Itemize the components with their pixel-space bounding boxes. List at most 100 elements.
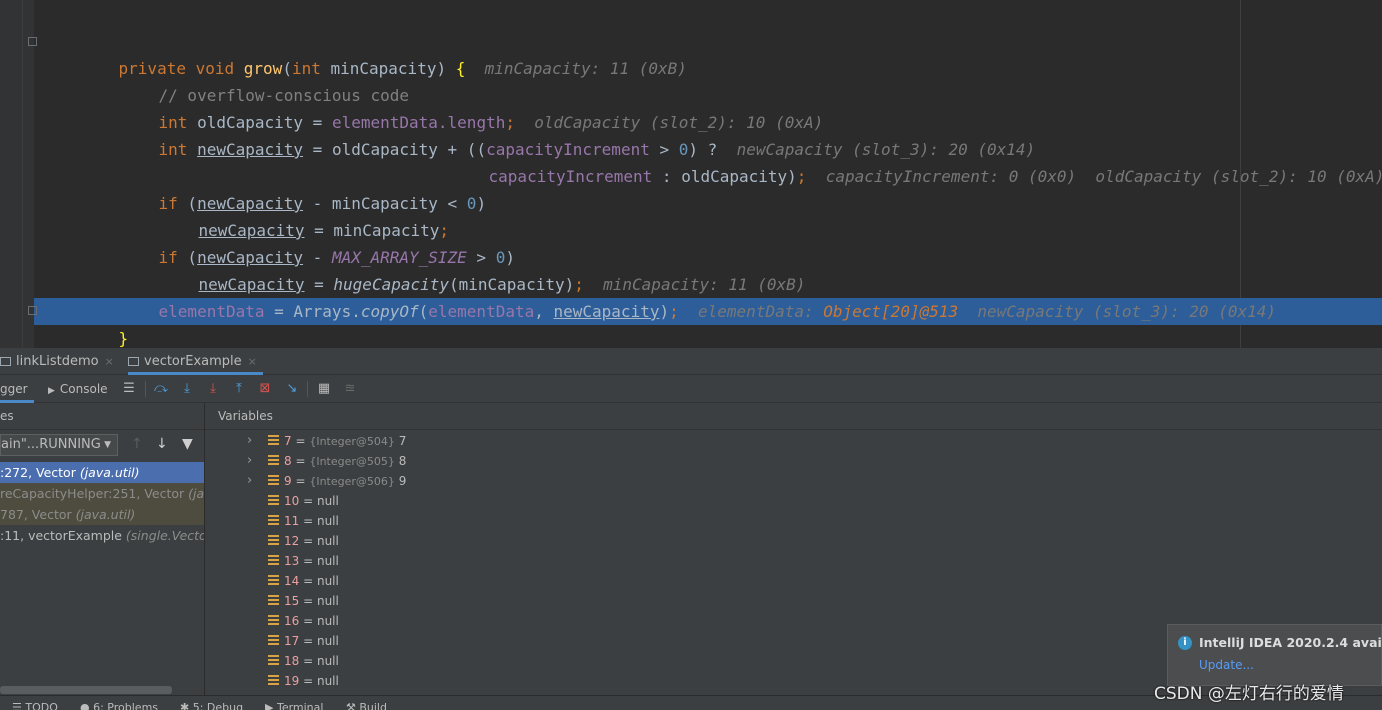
step-into-icon[interactable]: ⤓ bbox=[179, 381, 195, 397]
variable-equals: = bbox=[299, 494, 317, 508]
variable-equals: = bbox=[299, 574, 317, 588]
code-text: = Arrays. bbox=[264, 302, 361, 321]
variable-name: 13 bbox=[284, 554, 300, 568]
array-element-icon bbox=[268, 535, 279, 546]
fold-marker-icon[interactable] bbox=[28, 37, 37, 46]
variable-name: 18 bbox=[284, 654, 300, 668]
arrow-down-icon[interactable]: ↓ bbox=[156, 436, 168, 452]
stack-frame[interactable]: :11, vectorExample (single.VectorDemo) bbox=[0, 525, 204, 546]
variable-type: {Integer@504} bbox=[309, 435, 395, 448]
gutter-divider bbox=[22, 0, 23, 348]
variable-equals: = bbox=[299, 534, 317, 548]
run-config-icon bbox=[0, 357, 11, 366]
code-text: : oldCapacity) bbox=[652, 167, 797, 186]
trace-stream-icon[interactable]: ≊ bbox=[342, 381, 358, 397]
close-icon[interactable]: × bbox=[248, 355, 257, 368]
variable-name: 14 bbox=[284, 574, 300, 588]
variable-equals: = bbox=[299, 554, 317, 568]
debug-session-tabs: linkListdemo × vectorExample × bbox=[0, 348, 1382, 375]
thread-selector[interactable]: ain"...RUNNING ▼ bbox=[0, 434, 118, 456]
variable-value: 7 bbox=[394, 434, 407, 448]
variable-value: null bbox=[316, 534, 339, 548]
editor-gutter[interactable] bbox=[0, 0, 34, 348]
array-element-icon bbox=[268, 495, 279, 506]
update-link[interactable]: Update... bbox=[1199, 658, 1254, 672]
inline-debug-hint-value[interactable]: Object[20]@513 bbox=[823, 302, 958, 321]
variable-equals: = bbox=[299, 634, 317, 648]
variables-header: Variables bbox=[205, 403, 1382, 430]
variable-name: 7 bbox=[284, 434, 292, 448]
chevron-right-icon[interactable]: › bbox=[247, 471, 252, 491]
variable-value: null bbox=[316, 654, 339, 668]
code-text: ) bbox=[476, 194, 487, 213]
arrow-up-icon[interactable]: ↑ bbox=[131, 436, 143, 452]
show-execution-point-icon[interactable]: ☰ bbox=[121, 381, 137, 397]
variable-type: {Integer@505} bbox=[309, 455, 395, 468]
variable-value: null bbox=[316, 514, 339, 528]
console-label: Console bbox=[59, 382, 108, 396]
array-element-icon bbox=[268, 635, 279, 646]
variable-name: 19 bbox=[284, 674, 300, 688]
variable-name: 12 bbox=[284, 534, 300, 548]
fold-end-marker-icon[interactable] bbox=[28, 306, 37, 315]
inline-debug-hint: minCapacity: 11 (0xB) bbox=[484, 59, 687, 78]
stack-frame[interactable]: :272, Vector (java.util) bbox=[0, 462, 204, 483]
variable-name: 17 bbox=[284, 634, 300, 648]
tab-vectorexample[interactable]: vectorExample × bbox=[128, 348, 263, 375]
close-icon[interactable]: × bbox=[105, 355, 114, 368]
code-line-5: capacityIncrement : oldCapacity); capaci… bbox=[450, 136, 1382, 186]
chevron-right-icon[interactable]: › bbox=[247, 451, 252, 471]
tab-debugger[interactable]: gger bbox=[0, 375, 28, 403]
field-ref: elementData bbox=[428, 302, 535, 321]
frame-package: (java.util) bbox=[188, 486, 205, 501]
semicolon: ; bbox=[796, 167, 807, 186]
array-element-icon bbox=[268, 515, 279, 526]
tab-linklistdemo[interactable]: linkListdemo × bbox=[0, 348, 114, 375]
drop-frame-icon[interactable]: ⊠ bbox=[257, 381, 273, 397]
array-element-icon bbox=[268, 675, 279, 686]
inline-debug-hint: capacityIncrement: 0 (0x0) bbox=[825, 167, 1077, 186]
inline-debug-hint: oldCapacity (slot_2): 10 (0xA) bbox=[1095, 167, 1382, 186]
chevron-right-icon[interactable]: › bbox=[247, 431, 252, 451]
inline-debug-hint-label: elementData: bbox=[698, 302, 824, 321]
variable-name: 10 bbox=[284, 494, 300, 508]
frame-package: (java.util) bbox=[79, 465, 140, 480]
code-editor[interactable]: private void grow(int minCapacity) { min… bbox=[0, 0, 1382, 348]
evaluate-expression-icon[interactable]: ▦ bbox=[316, 381, 332, 397]
stack-frame[interactable]: 787, Vector (java.util) bbox=[0, 504, 204, 525]
method-call: copyOf bbox=[360, 302, 419, 321]
tab-label: linkListdemo bbox=[16, 354, 99, 369]
variable-value: 8 bbox=[394, 454, 407, 468]
run-to-cursor-icon[interactable]: ↘ bbox=[284, 381, 300, 397]
code-text: ( bbox=[418, 302, 429, 321]
horizontal-scrollbar[interactable] bbox=[0, 686, 172, 694]
variable-equals: = bbox=[299, 654, 317, 668]
variable-ref: newCapacity bbox=[553, 302, 660, 321]
open-brace: { bbox=[455, 59, 466, 78]
thread-selector-value: ain"...RUNNING bbox=[1, 437, 101, 452]
array-element-icon bbox=[268, 615, 279, 626]
array-element-icon bbox=[268, 575, 279, 586]
step-out-icon[interactable]: ⤒ bbox=[231, 381, 247, 397]
variable-equals: = bbox=[299, 594, 317, 608]
force-step-into-icon[interactable]: ⤓ bbox=[205, 381, 221, 397]
variable-equals: = bbox=[299, 614, 317, 628]
variable-name: 8 bbox=[284, 454, 292, 468]
debug-toolbar: gger ▶ Console ☰ ⤼ ⤓ ⤓ ⤒ ⊠ ↘ ▦ ≊ bbox=[0, 375, 1382, 403]
code-line-4: int newCapacity = oldCapacity + ((capaci… bbox=[120, 109, 1036, 159]
variable-equals: = bbox=[291, 434, 310, 448]
code-line-11: } bbox=[80, 298, 129, 348]
console-icon: ▶ bbox=[48, 386, 55, 396]
variable-name: 11 bbox=[284, 514, 300, 528]
code-text: ) bbox=[659, 302, 670, 321]
frames-header: es bbox=[0, 403, 204, 430]
tab-console[interactable]: ▶ Console bbox=[48, 375, 108, 403]
frame-location: 787, Vector bbox=[0, 507, 76, 522]
frame-package: (single.VectorDemo) bbox=[125, 528, 204, 543]
filter-icon[interactable]: ▼ bbox=[182, 436, 193, 452]
frame-package: (java.util) bbox=[75, 507, 136, 522]
step-over-icon[interactable]: ⤼ bbox=[153, 381, 169, 397]
variable-equals: = bbox=[299, 674, 317, 688]
code-line-10: elementData = Arrays.copyOf(elementData,… bbox=[120, 271, 1276, 321]
stack-frame[interactable]: reCapacityHelper:251, Vector (java.util) bbox=[0, 483, 205, 504]
